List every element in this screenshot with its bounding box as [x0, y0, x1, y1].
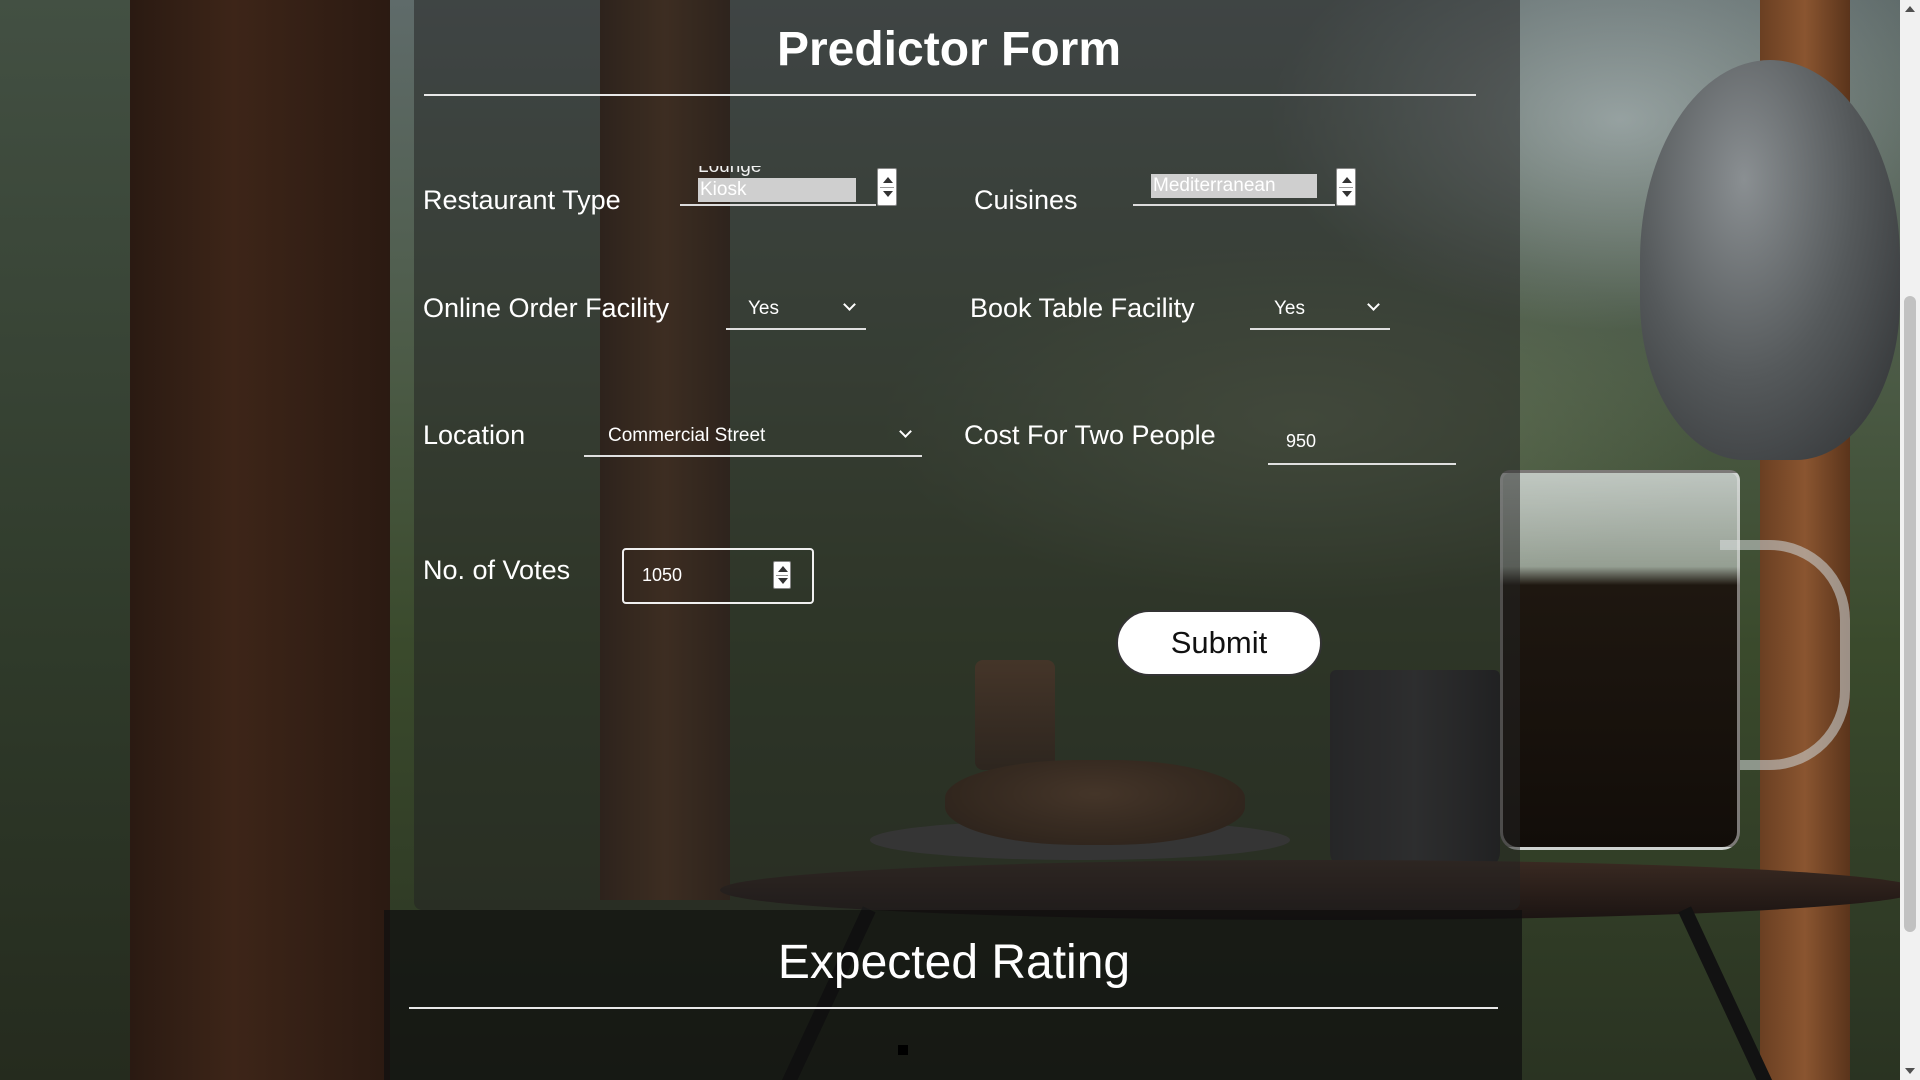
stepper-divider	[880, 187, 894, 188]
rating-output	[898, 1045, 908, 1055]
decrement-icon[interactable]	[778, 578, 788, 584]
cost-for-two-label: Cost For Two People	[964, 420, 1216, 450]
restaurant-type-scroll-stepper[interactable]	[877, 168, 897, 206]
page-scrollbar[interactable]	[1900, 0, 1920, 1080]
votes-stepper[interactable]	[773, 561, 791, 589]
expected-rating-title: Expected Rating	[777, 936, 1131, 989]
form-title: Predictor Form	[776, 23, 1122, 76]
chevron-down-icon	[843, 298, 856, 311]
cuisines-label: Cuisines	[974, 185, 1078, 215]
result-divider	[409, 1007, 1498, 1009]
stepper-divider	[1339, 187, 1353, 188]
online-order-select[interactable]: Yes	[726, 286, 866, 330]
cuisines-scroll-stepper[interactable]	[1336, 168, 1356, 206]
cost-for-two-value: 950	[1286, 431, 1317, 451]
votes-label: No. of Votes	[423, 555, 571, 585]
background-kettle	[1640, 60, 1900, 460]
increment-icon[interactable]	[778, 566, 788, 572]
restaurant-type-listbox[interactable]: Lounge Kiosk	[680, 166, 876, 206]
background-window-frame	[130, 0, 390, 1080]
scroll-down-icon[interactable]	[1342, 191, 1352, 197]
online-order-value: Yes	[748, 298, 779, 319]
chevron-down-icon	[1367, 298, 1380, 311]
background-french-press	[1500, 470, 1740, 850]
scroll-up-icon[interactable]	[883, 177, 893, 183]
title-divider	[424, 94, 1476, 96]
background-window-left	[0, 0, 140, 1080]
restaurant-type-label: Restaurant Type	[423, 185, 621, 215]
scrollbar-thumb[interactable]	[1904, 296, 1916, 932]
location-label: Location	[423, 420, 526, 450]
book-table-label: Book Table Facility	[970, 293, 1195, 323]
book-table-select[interactable]: Yes	[1250, 286, 1390, 330]
location-value: Commercial Street	[608, 425, 766, 446]
location-select[interactable]: Commercial Street	[584, 413, 922, 457]
scroll-up-arrow-icon[interactable]	[1905, 6, 1915, 12]
stepper-divider	[776, 575, 788, 576]
scroll-down-arrow-icon[interactable]	[1905, 1068, 1915, 1074]
votes-value: 1050	[642, 565, 683, 585]
scroll-down-icon[interactable]	[883, 191, 893, 197]
online-order-label: Online Order Facility	[423, 293, 670, 323]
cuisines-listbox[interactable]: Mediterranean	[1133, 166, 1335, 206]
cuisines-selected-option[interactable]: Mediterranean	[1151, 174, 1317, 198]
restaurant-type-option[interactable]: Lounge	[698, 166, 761, 178]
submit-button[interactable]: Submit	[1116, 610, 1322, 676]
scroll-up-icon[interactable]	[1342, 177, 1352, 183]
chevron-down-icon	[899, 425, 912, 438]
cost-for-two-input[interactable]: 950	[1268, 419, 1456, 465]
restaurant-type-selected-option[interactable]: Kiosk	[698, 178, 856, 202]
book-table-value: Yes	[1274, 298, 1305, 319]
